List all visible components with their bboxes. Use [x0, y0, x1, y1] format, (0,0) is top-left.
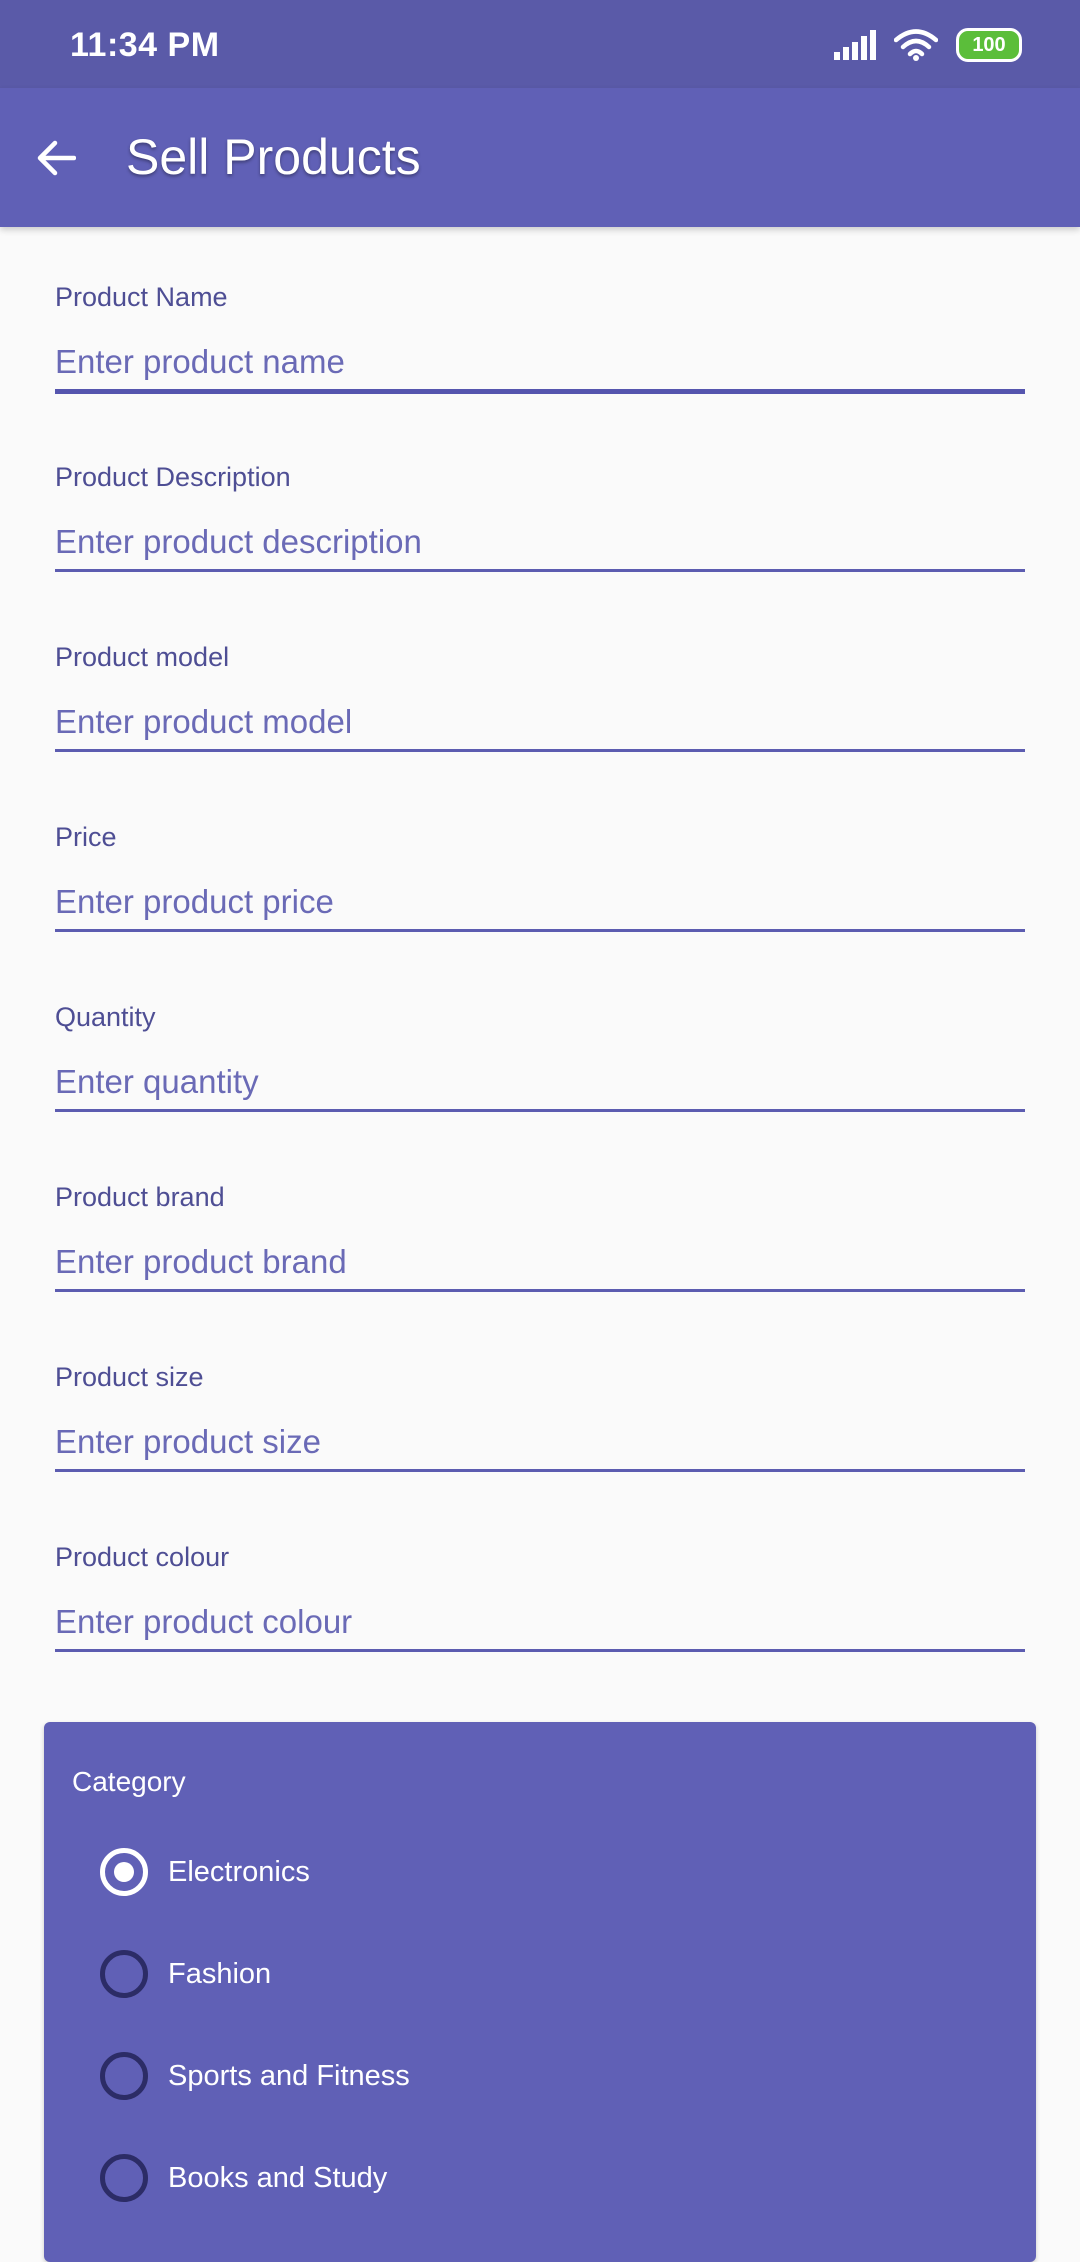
price-label: Price [55, 822, 117, 852]
arrow-left-icon [37, 140, 76, 176]
category-option-electronics[interactable]: Electronics [100, 1832, 1000, 1912]
category-title: Category [72, 1766, 186, 1797]
app-bar: Sell Products [0, 88, 1080, 227]
product-model-label: Product model [55, 642, 230, 672]
radio-selected-icon[interactable] [100, 1848, 148, 1896]
category-option-label: Books and Study [168, 2161, 388, 2194]
radio-unselected-icon[interactable] [100, 2154, 148, 2202]
battery-icon: 100 [956, 28, 1022, 62]
quantity-label: Quantity [55, 1002, 156, 1032]
category-option-label: Fashion [168, 1957, 272, 1990]
product-colour-field: Product colour [55, 1487, 1025, 1667]
status-bar: 11:34 PM 100 [0, 0, 1080, 88]
product-model-input[interactable] [55, 695, 1025, 752]
page-title: Sell Products [126, 129, 421, 185]
battery-level: 100 [956, 28, 1022, 62]
category-option-fashion[interactable]: Fashion [100, 1934, 1000, 2014]
product-name-label: Product Name [55, 282, 228, 312]
quantity-field: Quantity [55, 947, 1025, 1127]
category-option-label: Electronics [168, 1855, 310, 1888]
radio-unselected-icon[interactable] [100, 1950, 148, 1998]
product-name-input[interactable] [55, 335, 1025, 394]
product-size-field: Product size [55, 1307, 1025, 1487]
product-brand-input[interactable] [55, 1235, 1025, 1292]
product-size-input[interactable] [55, 1415, 1025, 1472]
product-colour-input[interactable] [55, 1595, 1025, 1652]
product-description-field: Product Description [55, 407, 1025, 587]
status-icons: 100 [834, 28, 1022, 62]
category-option-label: Sports and Fitness [168, 2059, 410, 2092]
product-brand-label: Product brand [55, 1182, 225, 1212]
sell-product-form: Product Name Product Description Product… [55, 227, 1025, 1667]
wifi-icon [894, 29, 938, 61]
quantity-input[interactable] [55, 1055, 1025, 1112]
price-field: Price [55, 767, 1025, 947]
product-brand-field: Product brand [55, 1127, 1025, 1307]
product-model-field: Product model [55, 587, 1025, 767]
status-time: 11:34 PM [70, 26, 220, 64]
product-description-input[interactable] [55, 515, 1025, 572]
signal-icon [834, 30, 876, 60]
product-description-label: Product Description [55, 462, 291, 492]
back-button[interactable] [22, 124, 90, 192]
category-panel: Category Electronics Fashion Sports and … [44, 1722, 1036, 2262]
product-name-field: Product Name [55, 227, 1025, 407]
product-colour-label: Product colour [55, 1542, 230, 1572]
price-input[interactable] [55, 875, 1025, 932]
category-option-sports-and-fitness[interactable]: Sports and Fitness [100, 2036, 1000, 2116]
radio-unselected-icon[interactable] [100, 2052, 148, 2100]
product-size-label: Product size [55, 1362, 204, 1392]
category-option-books-and-study[interactable]: Books and Study [100, 2138, 1000, 2218]
